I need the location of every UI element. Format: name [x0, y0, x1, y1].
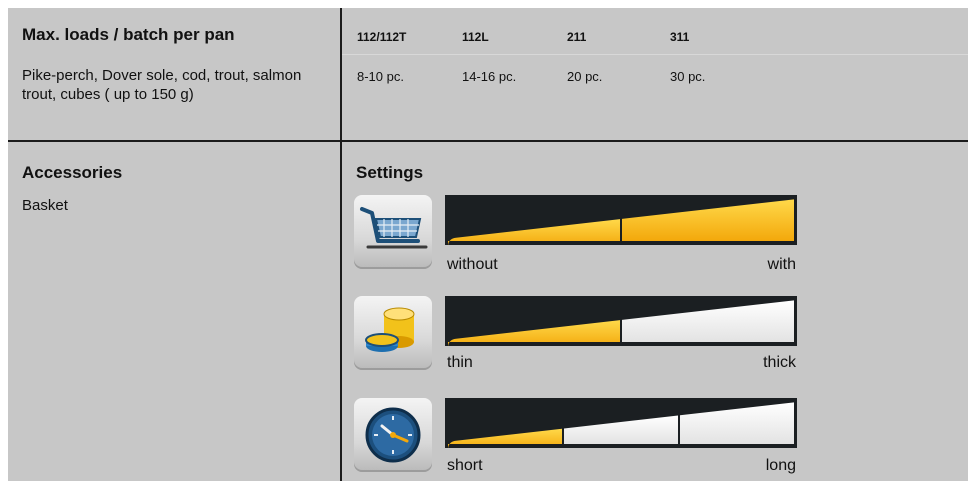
- clock-icon: [354, 398, 432, 472]
- count-211: 20 pc.: [567, 69, 603, 84]
- slider-segment-1: [448, 428, 562, 448]
- setting-label-long: long: [765, 457, 796, 474]
- setting-label-short: short: [447, 457, 483, 474]
- slider-segment-1: [448, 219, 620, 245]
- count-311: 30 pc.: [670, 69, 706, 84]
- slider-segment-2: [564, 415, 678, 444]
- model-112l: 112L: [462, 30, 489, 44]
- model-211: 211: [567, 30, 587, 44]
- setting-slider-basket[interactable]: [445, 195, 797, 245]
- slider-segment-3: [680, 402, 794, 444]
- count-112-112t: 8-10 pc.: [357, 69, 404, 84]
- column-divider: [340, 8, 342, 481]
- model-311: 311: [670, 30, 690, 44]
- slider-segment-2: [622, 300, 794, 342]
- setting-slider-thickness[interactable]: [445, 296, 797, 346]
- count-112l: 14-16 pc.: [462, 69, 517, 84]
- setting-label-without: without: [447, 256, 498, 273]
- food-description: Pike-perch, Dover sole, cod, trout, salm…: [22, 67, 302, 103]
- row-divider: [8, 140, 968, 142]
- setting-label-thin: thin: [447, 354, 473, 371]
- thickness-icon: [354, 296, 432, 370]
- settings-title: Settings: [356, 163, 424, 182]
- accessory-basket: Basket: [22, 197, 68, 214]
- basket-icon: [354, 195, 432, 269]
- setting-slider-time[interactable]: [445, 398, 797, 448]
- max-loads-title: Max. loads / batch per pan: [22, 25, 235, 44]
- setting-label-thick: thick: [763, 354, 796, 371]
- accessories-title: Accessories: [22, 163, 123, 182]
- slider-segment-2: [622, 199, 794, 241]
- slider-segment-1: [448, 320, 620, 346]
- model-112-112t: 112/112T: [357, 30, 407, 44]
- setting-label-with: with: [767, 256, 796, 273]
- header-divider: [342, 54, 968, 55]
